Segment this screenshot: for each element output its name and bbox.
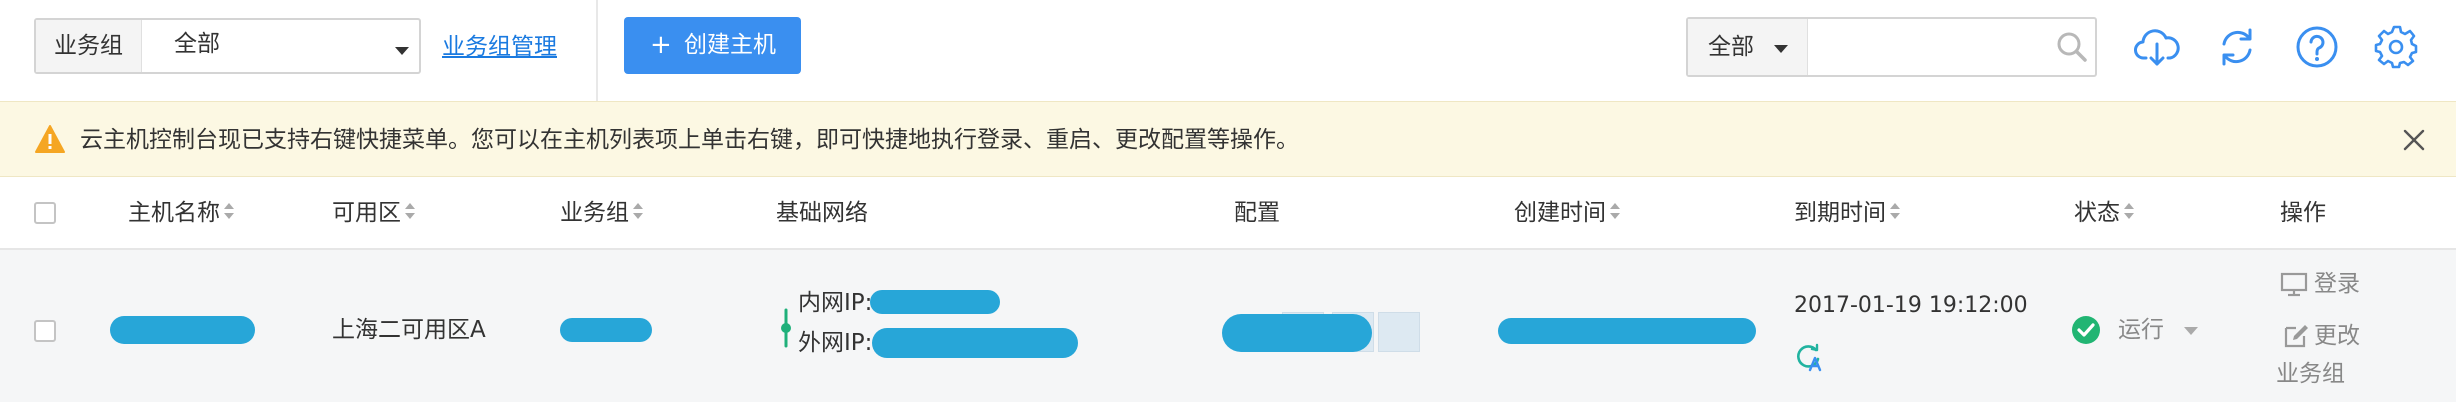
create-host-button[interactable]: + 创建主机 xyxy=(624,17,801,74)
status-text: 运行 xyxy=(2118,317,2164,343)
column-header-network: 基础网络 xyxy=(776,200,868,226)
zone-cell: 上海二可用区A xyxy=(332,317,486,343)
sort-icon xyxy=(224,202,234,221)
toolbar-divider xyxy=(596,0,598,101)
edit-icon xyxy=(2284,325,2308,348)
config-box xyxy=(1378,312,1420,352)
sort-icon xyxy=(2124,202,2134,221)
column-header-expire-time[interactable]: 到期时间 xyxy=(1794,178,1900,248)
search-box: 全部 xyxy=(1686,17,2097,77)
row-checkbox[interactable] xyxy=(34,320,56,342)
column-header-zone[interactable]: 可用区 xyxy=(332,178,415,248)
sort-icon xyxy=(633,202,643,221)
config-redacted xyxy=(1222,314,1372,352)
chevron-down-icon xyxy=(395,47,409,55)
check-circle-icon xyxy=(2072,316,2100,344)
monitor-icon xyxy=(2280,272,2308,297)
settings-gear-icon[interactable] xyxy=(2374,24,2420,70)
outer-ip-label: 外网IP: xyxy=(798,330,873,356)
change-label: 更改 xyxy=(2314,323,2360,349)
business-group-manage-link[interactable]: 业务组管理 xyxy=(442,30,557,64)
outer-ip-redacted xyxy=(872,328,1078,358)
login-label: 登录 xyxy=(2314,271,2360,297)
close-icon[interactable] xyxy=(2402,128,2426,152)
business-group-label: 业务组 xyxy=(36,20,142,72)
network-icon xyxy=(781,308,791,348)
notice-text: 云主机控制台现已支持右键快捷菜单。您可以在主机列表项上单击右键，即可快捷地执行登… xyxy=(80,127,1299,153)
column-header-business-group[interactable]: 业务组 xyxy=(560,178,643,248)
create-host-label: 创建主机 xyxy=(684,32,776,58)
table-header: 主机名称 可用区 业务组 基础网络 配置 创建时间 到期时间 状态 操作 xyxy=(0,178,2456,250)
business-group-value: 全部 xyxy=(174,31,220,57)
sort-icon xyxy=(1610,202,1620,221)
column-header-status[interactable]: 状态 xyxy=(2074,178,2134,248)
select-all-checkbox[interactable] xyxy=(34,202,56,224)
column-header-actions: 操作 xyxy=(2280,200,2326,226)
column-header-created-time[interactable]: 创建时间 xyxy=(1514,178,1620,248)
inner-ip-redacted xyxy=(870,290,1000,314)
search-icon[interactable] xyxy=(2056,31,2088,63)
warning-icon xyxy=(35,125,65,153)
plus-icon: + xyxy=(650,30,672,60)
column-header-host-name[interactable]: 主机名称 xyxy=(128,178,234,248)
sort-icon xyxy=(1890,202,1900,221)
host-name-redacted[interactable] xyxy=(110,316,255,344)
inner-ip-label: 内网IP: xyxy=(798,290,873,316)
search-input[interactable] xyxy=(1810,21,2040,73)
business-group-select[interactable]: 业务组 全部 xyxy=(34,18,421,74)
toolbar: 业务组 全部 业务组管理 + 创建主机 全部 xyxy=(0,0,2456,101)
chevron-down-icon[interactable] xyxy=(2184,327,2198,335)
column-header-config: 配置 xyxy=(1234,200,1280,226)
chevron-down-icon xyxy=(1774,45,1788,53)
help-icon[interactable] xyxy=(2294,24,2340,70)
business-group-redacted xyxy=(560,318,652,342)
auto-renew-icon xyxy=(1797,343,1822,372)
expire-time-cell: 2017-01-19 19:12:00 xyxy=(1794,293,2028,318)
table-row[interactable]: 上海二可用区A 内网IP: 外网IP: 2017-01-19 19:12:00 … xyxy=(0,250,2456,402)
cloud-download-icon[interactable] xyxy=(2134,24,2180,70)
business-group-op-label[interactable]: 业务组 xyxy=(2276,358,2345,390)
sort-icon xyxy=(405,202,415,221)
search-scope-select[interactable]: 全部 xyxy=(1688,19,1808,75)
search-scope-value: 全部 xyxy=(1708,34,1754,60)
refresh-icon[interactable] xyxy=(2214,24,2260,70)
created-time-redacted xyxy=(1498,318,1756,344)
notice-banner: 云主机控制台现已支持右键快捷菜单。您可以在主机列表项上单击右键，即可快捷地执行登… xyxy=(0,101,2456,177)
